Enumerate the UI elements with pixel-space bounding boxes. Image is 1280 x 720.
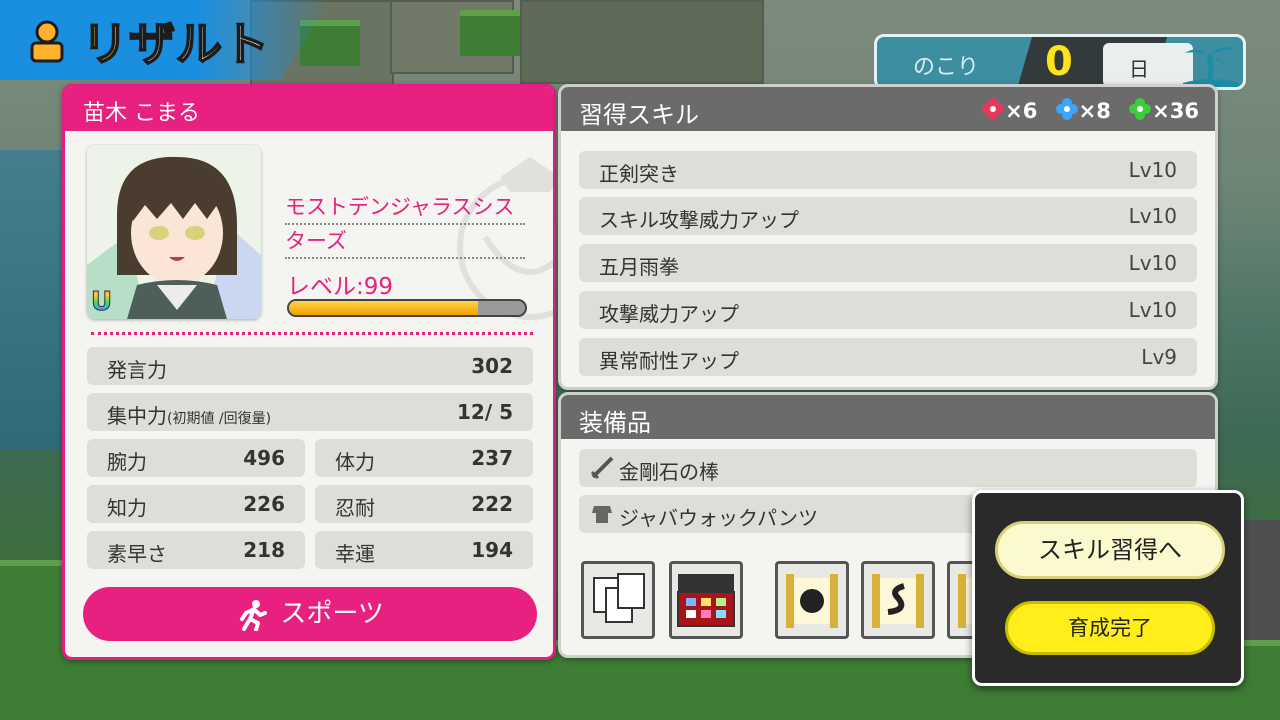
equipment-title: 装備品 xyxy=(579,409,651,437)
stat-endurance: 忍耐 222 xyxy=(315,485,533,523)
days-count: 0 xyxy=(1045,39,1073,85)
rank-badge: U xyxy=(91,287,117,318)
blue-gem-count: ×8 xyxy=(1055,97,1111,123)
equipment-row[interactable]: 金剛石の棒 xyxy=(579,449,1197,487)
divider xyxy=(91,332,533,335)
character-talent: モストデンジャラスシス ターズ xyxy=(285,191,525,259)
stat-luck: 幸運 194 xyxy=(315,531,533,569)
stat-speech: 発言力 302 xyxy=(87,347,533,385)
snake-scroll-icon[interactable] xyxy=(861,561,935,639)
exp-bar-fill xyxy=(289,301,478,315)
jewel-case-icon[interactable] xyxy=(669,561,743,639)
red-gem-icon xyxy=(982,98,1005,120)
skill-row: 五月雨拳 Lv10 xyxy=(579,244,1197,282)
stat-agility: 素早さ 218 xyxy=(87,531,305,569)
days-unit: 日 xyxy=(1129,57,1149,81)
screen-title: リザルト xyxy=(81,16,270,72)
stat-strength: 腕力 496 xyxy=(87,439,305,477)
days-remaining: のこり 0 日 xyxy=(874,34,1246,90)
tiger-scroll-icon[interactable] xyxy=(775,561,849,639)
action-dialog: スキル習得へ 育成完了 xyxy=(972,490,1244,686)
character-name: 苗木 こまる xyxy=(83,101,200,126)
armor-icon xyxy=(592,506,612,523)
stat-focus: 集中力(初期値 /回復量) 12/ 5 xyxy=(87,393,533,431)
skill-row: 異常耐性アップ Lv9 xyxy=(579,338,1197,376)
go-to-skill-learning-button[interactable]: スキル習得へ xyxy=(995,521,1225,579)
running-person-icon xyxy=(240,599,268,632)
green-gem-icon xyxy=(1129,98,1152,120)
stat-intellect: 知力 226 xyxy=(87,485,305,523)
character-panel: 苗木 こまる U モストデンジャラスシス ターズ レベル:99 発言力 302 xyxy=(62,84,556,660)
days-label: のこり xyxy=(913,55,980,80)
gem-counts: ×6 ×8 ×36 xyxy=(971,97,1199,123)
skills-title: 習得スキル xyxy=(579,101,699,129)
sword-icon xyxy=(590,456,614,480)
exp-bar xyxy=(287,299,527,317)
cards-icon[interactable] xyxy=(581,561,655,639)
skill-row: スキル攻撃威力アップ Lv10 xyxy=(579,197,1197,235)
finish-training-button[interactable]: 育成完了 xyxy=(1005,601,1215,655)
activity-sports-button[interactable]: スポーツ xyxy=(83,587,537,641)
skill-row: 攻撃威力アップ Lv10 xyxy=(579,291,1197,329)
skill-row: 正剣突き Lv10 xyxy=(579,151,1197,189)
level-label: レベル:99 xyxy=(287,274,394,300)
palm-tree-icon xyxy=(1183,47,1239,87)
character-header: 苗木 こまる xyxy=(65,87,553,131)
skills-panel: 習得スキル ×6 ×8 ×36 正剣突き Lv10 スキル攻撃威力アップ Lv10 … xyxy=(558,84,1218,390)
blue-gem-icon xyxy=(1055,98,1078,120)
result-person-icon xyxy=(30,20,64,63)
stat-stamina: 体力 237 xyxy=(315,439,533,477)
red-gem-count: ×6 xyxy=(981,97,1037,123)
green-gem-count: ×36 xyxy=(1128,97,1199,123)
